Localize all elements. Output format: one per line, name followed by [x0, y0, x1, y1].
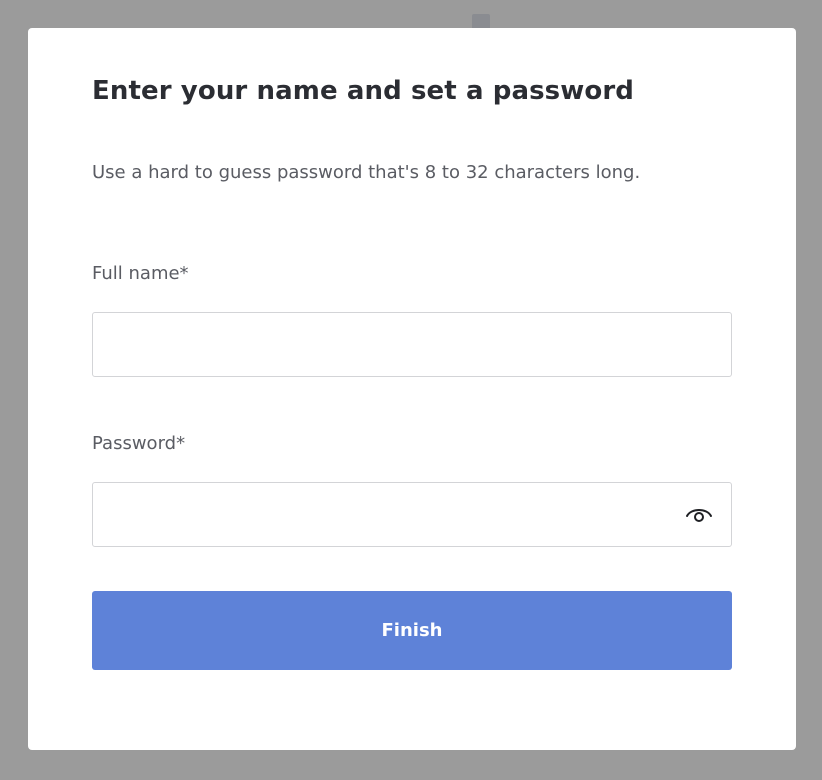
- dialog-subtitle: Use a hard to guess password that's 8 to…: [92, 162, 641, 183]
- password-input[interactable]: [93, 483, 731, 546]
- set-password-dialog: Enter your name and set a password Use a…: [28, 28, 796, 750]
- dialog-title: Enter your name and set a password: [92, 76, 634, 106]
- password-field[interactable]: [92, 482, 732, 547]
- eye-icon[interactable]: [685, 504, 713, 526]
- password-label: Password*: [92, 433, 186, 454]
- full-name-field[interactable]: [92, 312, 732, 377]
- finish-button[interactable]: Finish: [92, 591, 732, 670]
- full-name-label: Full name*: [92, 263, 189, 284]
- full-name-input[interactable]: [93, 313, 731, 376]
